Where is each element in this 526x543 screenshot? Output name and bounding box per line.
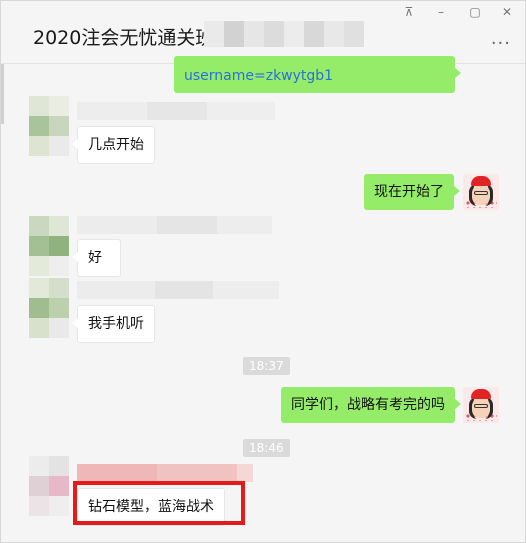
maximize-button[interactable]: ▢ [467, 5, 483, 19]
message-bubble[interactable]: 同学们，战略有考完的吗 [281, 387, 461, 423]
message-list[interactable]: username=zkwytgb1 几点开始 现在开始了 好 我手机听 18:3… [1, 56, 525, 542]
more-options-icon[interactable]: ··· [491, 33, 511, 54]
title-bar: 2020注会无忧通关班 ⊼ – ▢ ✕ ··· [1, 1, 525, 64]
message-text: 几点开始 [88, 137, 144, 153]
scrollbar[interactable] [1, 64, 4, 124]
close-button[interactable]: ✕ [499, 5, 515, 19]
message-bubble[interactable]: 我手机听 [72, 305, 155, 343]
timestamp: 18:46 [243, 439, 290, 457]
message-bubble-link[interactable]: username=zkwytgb1 [174, 56, 461, 93]
my-avatar[interactable] [463, 174, 499, 210]
chat-title: 2020注会无忧通关班 [33, 27, 215, 49]
chat-window: 2020注会无忧通关班 ⊼ – ▢ ✕ ··· username=zkwytgb… [0, 0, 526, 543]
message-bubble[interactable]: 好 [72, 239, 121, 277]
sender-avatar[interactable] [29, 278, 69, 338]
sender-name-redacted [77, 102, 275, 120]
my-avatar[interactable] [463, 387, 499, 423]
sender-avatar[interactable] [29, 96, 69, 156]
message-bubble[interactable]: 现在开始了 [364, 174, 460, 210]
sender-name-redacted [77, 464, 253, 482]
sender-name-redacted [77, 281, 279, 299]
sender-avatar[interactable] [29, 216, 69, 276]
sender-name-redacted [77, 216, 272, 234]
message-text: 同学们，战略有考完的吗 [291, 397, 445, 413]
message-bubble[interactable]: 几点开始 [72, 126, 155, 164]
title-redacted [204, 21, 364, 47]
sender-avatar[interactable] [29, 456, 69, 516]
message-link[interactable]: username=zkwytgb1 [184, 68, 333, 84]
red-highlight-box [73, 481, 245, 525]
message-text: 好 [88, 250, 102, 266]
pin-icon[interactable]: ⊼ [401, 5, 417, 19]
minimize-button[interactable]: – [433, 5, 449, 19]
message-text: 现在开始了 [374, 184, 444, 200]
message-text: 我手机听 [88, 316, 144, 332]
timestamp: 18:37 [243, 357, 290, 375]
